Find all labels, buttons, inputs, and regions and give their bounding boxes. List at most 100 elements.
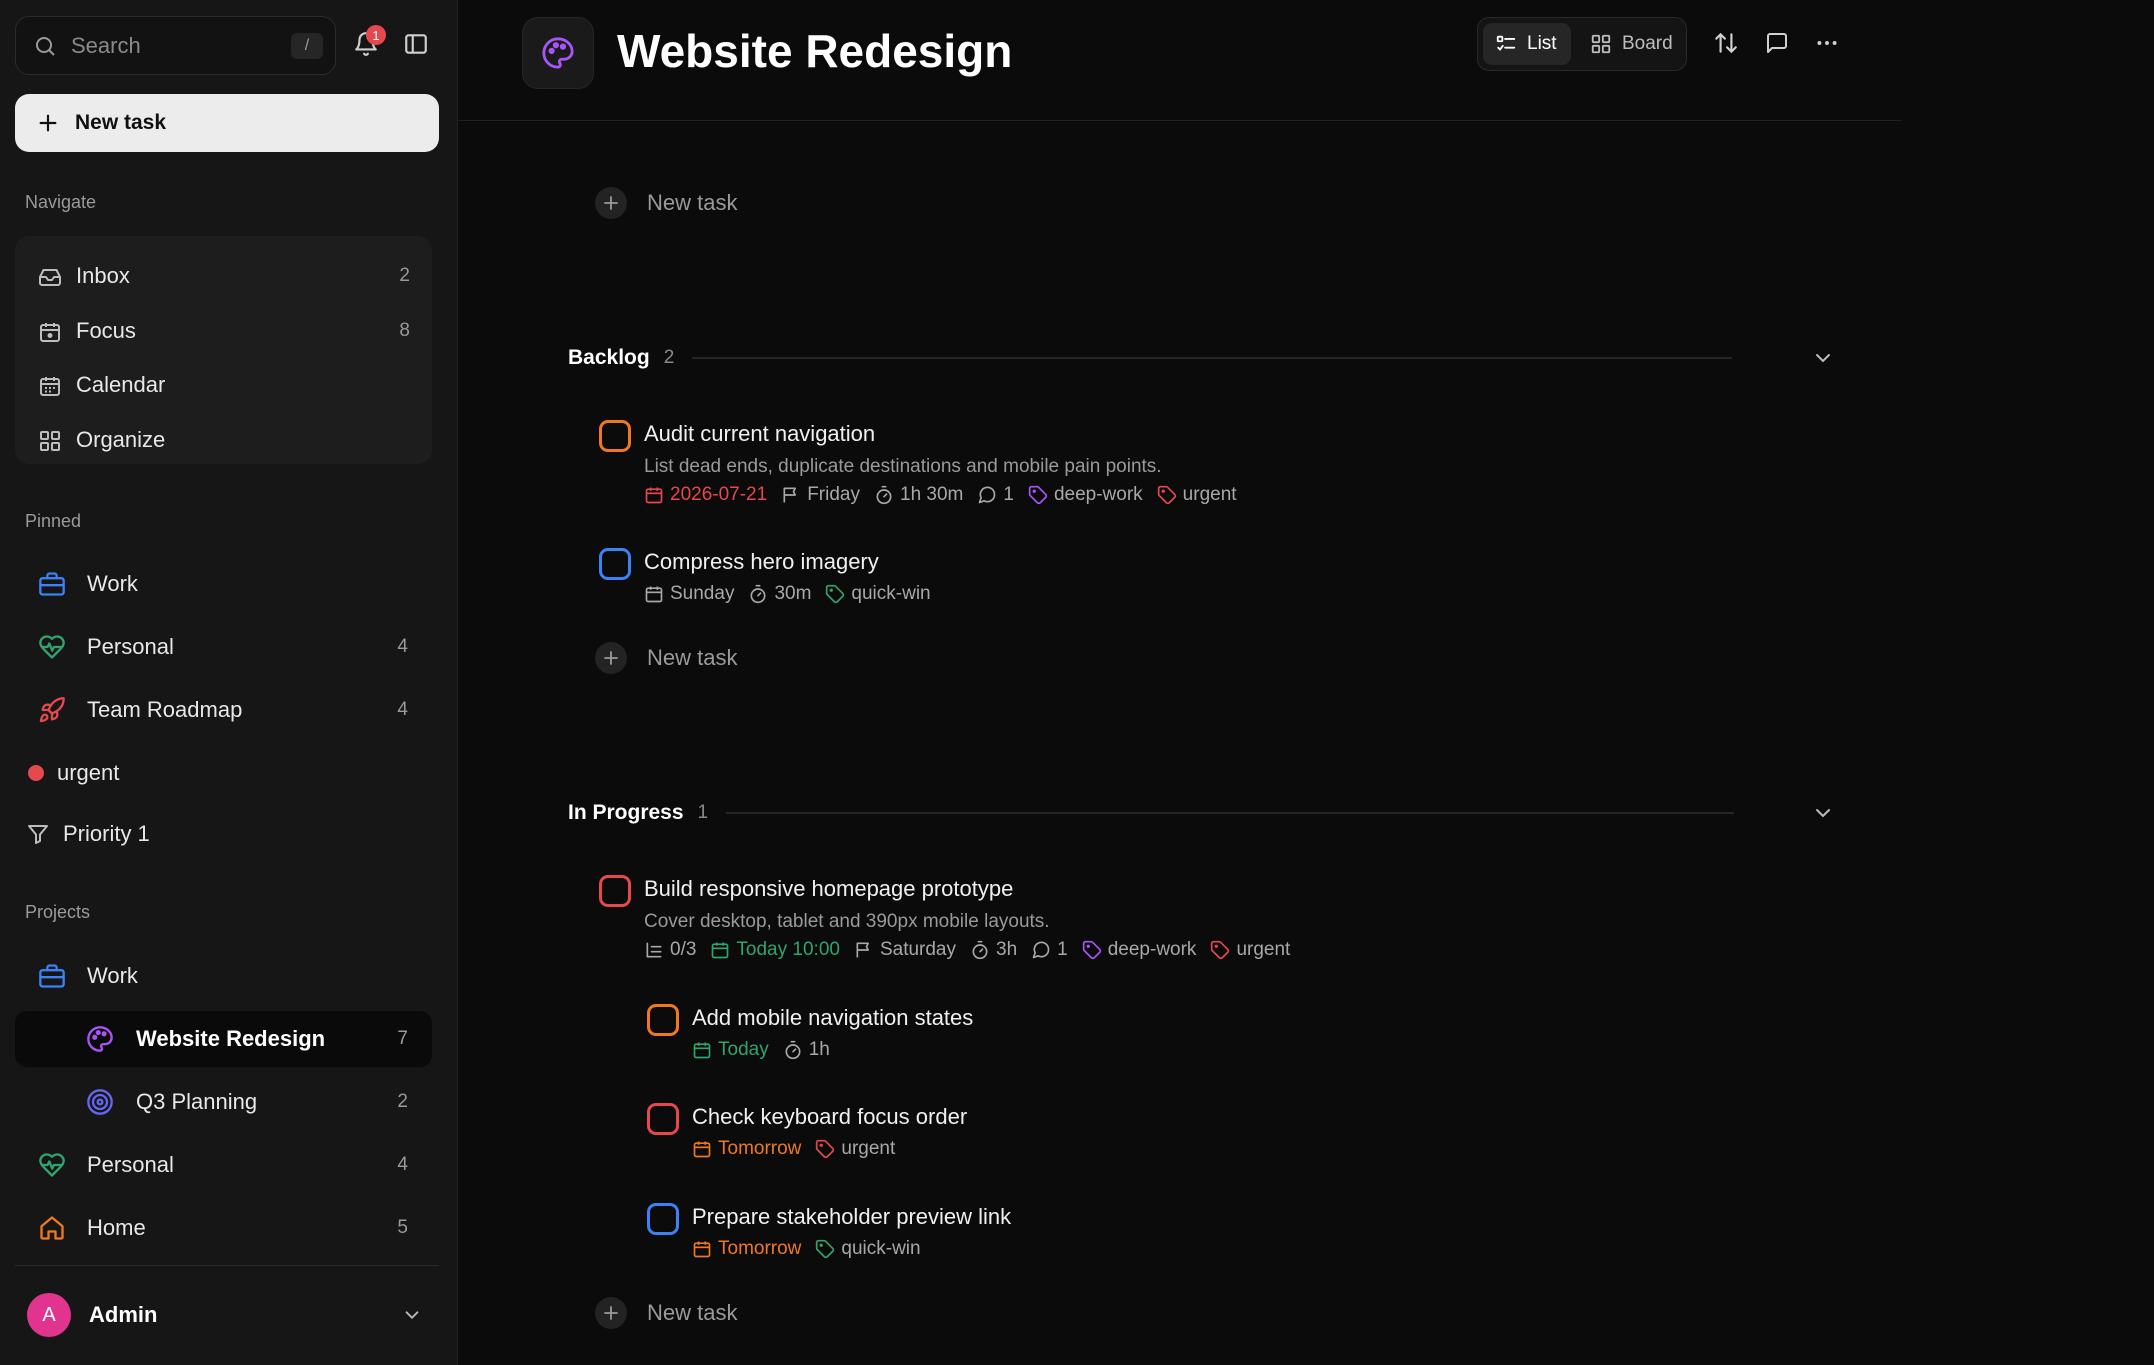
heart-pulse-icon bbox=[37, 632, 67, 662]
chevron-down-icon[interactable] bbox=[1811, 801, 1835, 825]
group-count: 2 bbox=[663, 347, 675, 368]
add-task-button[interactable]: New task bbox=[595, 186, 737, 220]
tag-quick-win[interactable]: quick-win bbox=[815, 1238, 921, 1260]
tag-icon bbox=[1157, 485, 1176, 505]
chevron-down-icon[interactable] bbox=[1811, 346, 1835, 370]
group-header-in-progress[interactable]: In Progress 1 bbox=[568, 796, 1932, 830]
chevron-down-icon bbox=[405, 1311, 419, 1320]
tag-urgent[interactable]: urgent bbox=[815, 1138, 895, 1160]
tag-urgent[interactable]: urgent bbox=[1157, 484, 1237, 506]
project-item-home[interactable]: Home 5 bbox=[15, 1200, 432, 1256]
inbox-icon bbox=[37, 264, 63, 290]
add-task-button[interactable]: New task bbox=[595, 641, 737, 675]
sort-button[interactable] bbox=[1709, 26, 1743, 60]
task-item[interactable]: Audit current navigation List dead ends,… bbox=[599, 418, 1899, 518]
nav-item-calendar[interactable]: Calendar bbox=[15, 361, 432, 409]
calendar-icon bbox=[712, 942, 729, 959]
comments-count-text: 1 bbox=[1003, 484, 1014, 505]
task-checkbox[interactable] bbox=[599, 875, 631, 907]
tag-urgent[interactable]: urgent bbox=[1210, 939, 1290, 961]
main-content: Website Redesign List Board New task Bac… bbox=[459, 0, 2154, 1365]
more-options-button[interactable] bbox=[1810, 26, 1844, 60]
due-date-text: 2026-07-21 bbox=[670, 484, 768, 505]
nav-item-organize[interactable]: Organize bbox=[15, 416, 432, 464]
palette-icon bbox=[542, 37, 574, 69]
tag-icon bbox=[1028, 485, 1048, 505]
new-task-button[interactable]: New task bbox=[15, 94, 439, 152]
tag-text: deep-work bbox=[1107, 939, 1197, 960]
nav-item-focus[interactable]: Focus 8 bbox=[15, 307, 432, 355]
subtask-item[interactable]: Add mobile navigation states Today 1h bbox=[647, 1002, 1847, 1072]
project-item-personal[interactable]: Personal 4 bbox=[15, 1137, 432, 1193]
task-checkbox[interactable] bbox=[647, 1004, 679, 1036]
tag-deep-work[interactable]: deep-work bbox=[1028, 484, 1143, 506]
task-item[interactable]: Build responsive homepage prototype Cove… bbox=[599, 873, 1899, 973]
task-checkbox[interactable] bbox=[647, 1203, 679, 1235]
group-name: In Progress bbox=[568, 801, 684, 824]
estimate-text: 1h bbox=[808, 1039, 830, 1060]
project-item-work[interactable]: Work bbox=[15, 948, 432, 1004]
project-item-count: 7 bbox=[397, 1028, 408, 1049]
pinned-item-urgent[interactable]: urgent bbox=[15, 745, 432, 801]
board-view-label: Board bbox=[1622, 33, 1673, 54]
timer-icon bbox=[785, 1040, 801, 1060]
new-task-label: New task bbox=[75, 111, 167, 134]
tag-quick-win[interactable]: quick-win bbox=[825, 583, 931, 605]
pinned-item-work[interactable]: Work bbox=[15, 556, 432, 612]
due-date: Today 10:00 bbox=[710, 939, 840, 961]
pinned-item-priority-1[interactable]: Priority 1 bbox=[15, 806, 432, 862]
project-item-label: Home bbox=[87, 1215, 146, 1240]
comments-count-text: 1 bbox=[1057, 939, 1068, 960]
estimate: 30m bbox=[748, 583, 811, 605]
nav-item-inbox[interactable]: Inbox 2 bbox=[15, 252, 432, 300]
task-meta: Today 1h bbox=[692, 1039, 844, 1061]
add-task-label: New task bbox=[647, 190, 738, 215]
task-item[interactable]: Compress hero imagery Sunday 30m quick-w… bbox=[599, 546, 1899, 616]
user-name: Admin bbox=[89, 1302, 158, 1327]
pinned-item-personal[interactable]: Personal 4 bbox=[15, 619, 432, 675]
task-checkbox[interactable] bbox=[599, 548, 631, 580]
calendar-icon bbox=[693, 1141, 711, 1158]
tag-icon bbox=[1211, 940, 1230, 960]
task-checkbox[interactable] bbox=[647, 1103, 679, 1135]
task-title: Check keyboard focus order bbox=[692, 1104, 968, 1129]
list-icon bbox=[1496, 35, 1516, 51]
project-icon-button[interactable] bbox=[522, 17, 594, 89]
calendar-icon bbox=[645, 487, 663, 504]
pinned-item-team-roadmap[interactable]: Team Roadmap 4 bbox=[15, 682, 432, 738]
task-checkbox[interactable] bbox=[599, 420, 631, 452]
comments-count: 1 bbox=[1031, 939, 1068, 961]
notifications-button[interactable]: 1 bbox=[350, 25, 386, 60]
toggle-sidebar-button[interactable] bbox=[400, 28, 432, 60]
subtask-item[interactable]: Check keyboard focus order Tomorrow urge… bbox=[647, 1101, 1847, 1171]
user-menu[interactable]: A Admin bbox=[15, 1290, 439, 1340]
due-date-text: Tomorrow bbox=[718, 1138, 802, 1159]
task-meta: Sunday 30m quick-win bbox=[644, 583, 945, 605]
add-task-button[interactable]: New task bbox=[595, 1296, 737, 1330]
estimate-text: 30m bbox=[774, 583, 812, 604]
project-item-label: Website Redesign bbox=[136, 1026, 326, 1051]
group-header-backlog[interactable]: Backlog 2 bbox=[568, 341, 1932, 375]
tag-text: urgent bbox=[841, 1138, 896, 1159]
calendar-icon bbox=[37, 319, 63, 345]
project-item-website-redesign[interactable]: Website Redesign 7 bbox=[15, 1011, 432, 1067]
task-meta: Tomorrow quick-win bbox=[692, 1238, 935, 1260]
due-date: Tomorrow bbox=[692, 1138, 801, 1160]
group-divider bbox=[692, 357, 1733, 359]
search-placeholder: Search bbox=[71, 32, 141, 58]
project-item-q3-planning[interactable]: Q3 Planning 2 bbox=[15, 1074, 432, 1130]
tag-deep-work[interactable]: deep-work bbox=[1082, 939, 1197, 961]
estimate: 1h 30m bbox=[874, 484, 963, 506]
comments-button[interactable] bbox=[1760, 26, 1794, 60]
timer-icon bbox=[876, 485, 892, 505]
list-view-button[interactable]: List bbox=[1483, 23, 1571, 65]
deadline: Saturday bbox=[854, 939, 956, 961]
due-date: Today bbox=[692, 1039, 769, 1061]
tag-text: urgent bbox=[1182, 484, 1237, 505]
board-view-button[interactable]: Board bbox=[1578, 23, 1682, 65]
sort-arrows-icon bbox=[1715, 33, 1737, 53]
pinned-item-label: Priority 1 bbox=[63, 821, 150, 846]
subtask-item[interactable]: Prepare stakeholder preview link Tomorro… bbox=[647, 1201, 1847, 1271]
search-input[interactable]: Search / bbox=[15, 16, 336, 75]
calendar-grid-icon bbox=[37, 373, 63, 399]
